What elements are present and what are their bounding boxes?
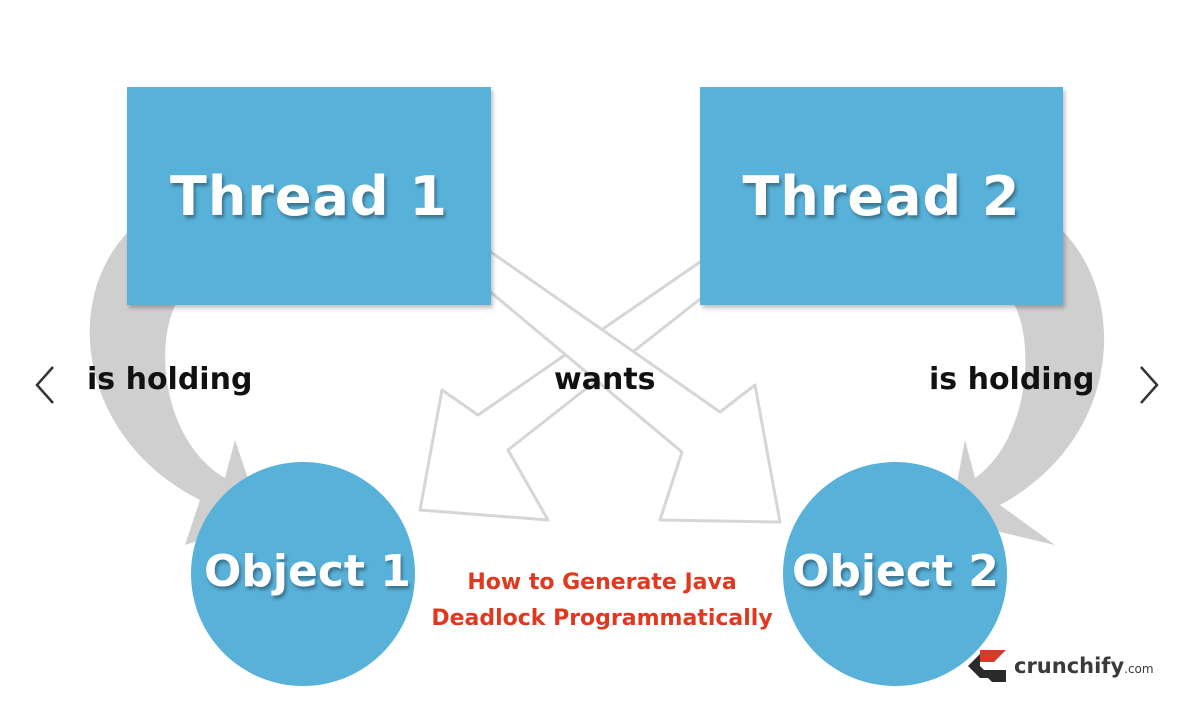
brand-name: crunchify.com	[1014, 654, 1154, 678]
thread1-box: Thread 1	[127, 87, 491, 305]
thread2-box: Thread 2	[700, 87, 1063, 305]
holding-label-right: is holding	[929, 362, 1095, 397]
holding-label-left: is holding	[87, 362, 253, 397]
object1-label: Object 1	[204, 546, 411, 597]
brand-suffix: .com	[1124, 662, 1154, 676]
next-slide-button[interactable]	[1134, 360, 1164, 410]
object2-label: Object 2	[792, 546, 999, 597]
wants-label: wants	[554, 362, 656, 397]
caption: How to Generate Java Deadlock Programmat…	[420, 565, 784, 637]
chevron-left-icon	[35, 366, 54, 404]
crunchify-logo: crunchify.com	[966, 646, 1154, 686]
chevron-right-icon	[1140, 366, 1159, 404]
diagram-slide: Thread 1 Thread 2 Object 1 Object 2 is h…	[0, 0, 1182, 711]
caption-line2: Deadlock Programmatically	[431, 606, 773, 631]
prev-slide-button[interactable]	[30, 360, 60, 410]
thread1-label: Thread 1	[170, 164, 448, 228]
brand-name-text: crunchify	[1014, 654, 1125, 678]
caption-line1: How to Generate Java	[467, 570, 737, 595]
thread2-label: Thread 2	[742, 164, 1021, 228]
crunchify-mark-icon	[968, 650, 1006, 682]
